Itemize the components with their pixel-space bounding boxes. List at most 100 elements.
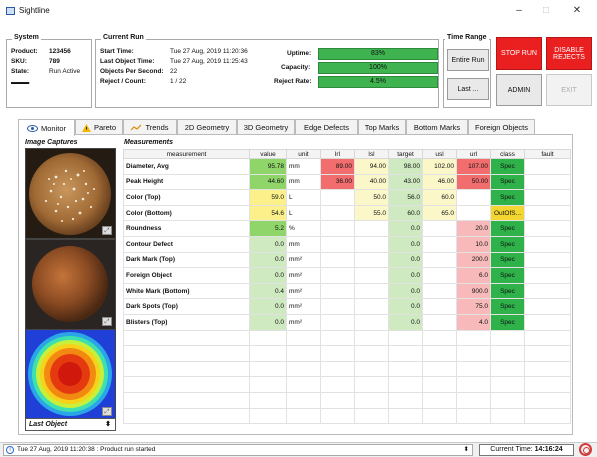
tab-trends-label: Trends (145, 123, 169, 132)
image-source-select[interactable]: Last Object ⬍ (25, 418, 116, 431)
table-row[interactable]: Color (Top) 59.0 L 50.0 56.0 60.0 Spec (123, 189, 571, 206)
lrl-cell: 89.00 (320, 158, 355, 175)
value-cell: 0.0 (249, 267, 287, 284)
table-row[interactable]: Diameter, Avg 95.78 mm 89.00 94.00 98.00… (123, 158, 571, 175)
start-time-label: Start Time: (100, 48, 134, 55)
lsl-cell: 40.00 (354, 173, 389, 191)
lsl-cell (354, 313, 389, 331)
time-range-title: Time Range (445, 34, 489, 41)
close-button[interactable]: ✕ (566, 4, 588, 18)
empty-cell (320, 376, 355, 393)
unit-cell: mm² (286, 282, 321, 300)
tab-foreign-objects-label: Foreign Objects (475, 123, 528, 132)
current-time-box: Current Time: 14:16:24 (479, 444, 574, 456)
empty-cell (354, 345, 389, 362)
table-row[interactable]: Color (Bottom) 54.6 L 55.0 60.0 65.0 Out… (123, 204, 571, 222)
table-row[interactable]: Contour Defect 0.0 mm 0.0 10.0 Spec (123, 235, 571, 253)
tab-top-marks[interactable]: Top Marks (358, 119, 406, 135)
target-cell: 0.0 (388, 220, 423, 237)
expand-icon[interactable]: ⤢ (102, 317, 112, 326)
empty-cell (524, 407, 571, 425)
value-cell: 95.78 (249, 158, 287, 175)
usl-cell (422, 313, 457, 331)
empty-cell (123, 345, 250, 362)
empty-cell (422, 360, 457, 378)
class-cell: Spec (490, 235, 525, 253)
fault-cell (524, 235, 571, 253)
empty-cell (320, 391, 355, 409)
value-cell: 0.0 (249, 235, 287, 253)
trend-icon (131, 124, 142, 131)
target-cell: 43.00 (388, 173, 423, 191)
minimize-button[interactable]: – (508, 4, 530, 18)
fault-cell (524, 282, 571, 300)
empty-cell (388, 407, 423, 425)
stop-run-button[interactable]: STOP RUN (496, 37, 542, 70)
lsl-cell: 50.0 (354, 189, 389, 206)
url-cell: 6.0 (456, 267, 491, 284)
tab-edge-defects[interactable]: Edge Defects (295, 119, 358, 135)
tab-trends[interactable]: Trends (123, 119, 177, 135)
tab-pareto[interactable]: Pareto (75, 119, 123, 135)
empty-cell (490, 391, 525, 409)
measurement-cell: Blisters (Top) (123, 313, 250, 331)
tab-bottom-marks[interactable]: Bottom Marks (406, 119, 468, 135)
empty-cell (286, 407, 321, 425)
info-icon: i (6, 446, 14, 454)
expand-icon[interactable]: ⤢ (102, 226, 112, 235)
tab-2d-geometry[interactable]: 2D Geometry (177, 119, 237, 135)
empty-cell (490, 345, 525, 362)
lsl-cell: 55.0 (354, 204, 389, 222)
system-group: System Product: 123456 SKU: 789 State: R… (6, 34, 92, 108)
capture-top-image: ⤢ (25, 148, 116, 239)
system-group-title: System (12, 34, 41, 41)
disable-rejects-button[interactable]: DISABLE REJECTS (546, 37, 592, 70)
tab-foreign-objects[interactable]: Foreign Objects (468, 119, 535, 135)
entire-run-button[interactable]: Entire Run (447, 49, 489, 71)
empty-cell (123, 360, 250, 378)
lrl-cell (320, 298, 355, 315)
column-header: fault (524, 149, 571, 159)
value-cell: 0.0 (249, 313, 287, 331)
last-object-label: Last Object Time: (100, 58, 155, 65)
unit-cell: mm² (286, 251, 321, 269)
empty-cell (123, 407, 250, 425)
class-cell: Spec (490, 267, 525, 284)
empty-table-row (123, 391, 571, 409)
column-header: url (456, 149, 491, 159)
url-cell: 20.0 (456, 220, 491, 237)
table-row[interactable]: Peak Height 44.60 mm 36.00 40.00 43.00 4… (123, 173, 571, 191)
table-row[interactable]: Blisters (Top) 0.0 mm² 0.0 4.0 Spec (123, 313, 571, 331)
exit-button[interactable]: EXIT (546, 74, 592, 106)
bun-bottom-image (26, 240, 115, 329)
column-header: value (249, 149, 287, 159)
last-range-button[interactable]: Last ... (447, 78, 489, 100)
empty-cell (456, 345, 491, 362)
current-time-label: Current Time: (490, 446, 533, 453)
table-row[interactable]: Dark Mark (Top) 0.0 mm² 0.0 200.0 Spec (123, 251, 571, 269)
admin-button[interactable]: ADMIN (496, 74, 542, 106)
maximize-button[interactable]: □ (535, 4, 557, 18)
empty-cell (354, 376, 389, 393)
lrl-cell (320, 313, 355, 331)
target-icon[interactable] (579, 443, 592, 456)
value-cell: 5.2 (249, 220, 287, 237)
table-row[interactable]: Foreign Object 0.0 mm² 0.0 6.0 Spec (123, 267, 571, 284)
tab-3d-geometry[interactable]: 3D Geometry (237, 119, 295, 135)
window-title: Sightline (19, 6, 50, 15)
empty-cell (354, 360, 389, 378)
url-cell: 107.00 (456, 158, 491, 175)
expand-icon[interactable]: ⤢ (102, 407, 112, 416)
value-cell: 0.0 (249, 298, 287, 315)
empty-cell (524, 345, 571, 362)
unit-cell: % (286, 220, 321, 237)
column-header: unit (286, 149, 321, 159)
scroll-updown-icon[interactable]: ⬍ (464, 445, 469, 455)
lsl-cell (354, 267, 389, 284)
table-row[interactable]: White Mark (Bottom) 0.4 mm² 0.0 900.0 Sp… (123, 282, 571, 300)
tab-monitor[interactable]: Monitor (18, 119, 75, 136)
table-row[interactable]: Dark Spots (Top) 0.0 mm² 0.0 75.0 Spec (123, 298, 571, 315)
target-cell: 98.00 (388, 158, 423, 175)
table-row[interactable]: Roundness 5.2 % 0.0 20.0 Spec (123, 220, 571, 237)
time-range-group: Time Range Entire Run Last ... (443, 34, 491, 108)
